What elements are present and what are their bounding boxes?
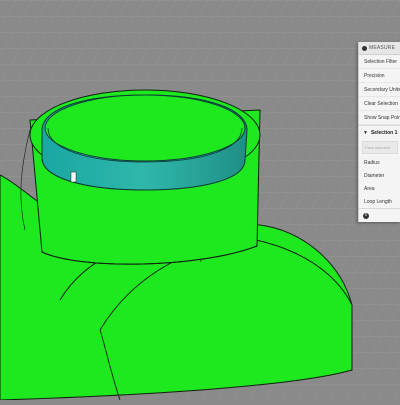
selection-field[interactable]: Face selected <box>362 141 398 154</box>
measure-panel-title: MEASURE <box>369 45 396 51</box>
area-label: Area <box>364 185 375 192</box>
diameter-label: Diameter <box>364 172 385 179</box>
info-icon[interactable]: i <box>363 212 369 219</box>
collapse-triangle-icon: ▼ <box>363 130 368 136</box>
measure-panel: MEASURE Selection Filter Precision Secon… <box>358 42 400 222</box>
clear-selection-option[interactable]: Clear Selection <box>359 97 400 111</box>
snap-point-marker[interactable] <box>70 171 77 183</box>
3d-viewport[interactable] <box>0 0 400 401</box>
model-canvas[interactable] <box>0 0 400 401</box>
loop-length-label: Loop Length <box>364 198 392 205</box>
selection-section-title: Selection 1 <box>370 130 398 136</box>
precision-option[interactable]: Precision <box>359 69 400 83</box>
measure-icon <box>362 45 367 51</box>
panel-footer: i <box>359 208 400 222</box>
show-snap-points-option[interactable]: Show Snap Points <box>359 111 400 125</box>
secondary-units-option[interactable]: Secondary Units <box>359 83 400 97</box>
selection-filter-option[interactable]: Selection Filter <box>359 55 400 69</box>
selection-section-header[interactable]: ▼ Selection 1 <box>359 125 400 140</box>
radius-label: Radius <box>364 159 380 166</box>
measure-panel-header: MEASURE <box>359 42 400 55</box>
